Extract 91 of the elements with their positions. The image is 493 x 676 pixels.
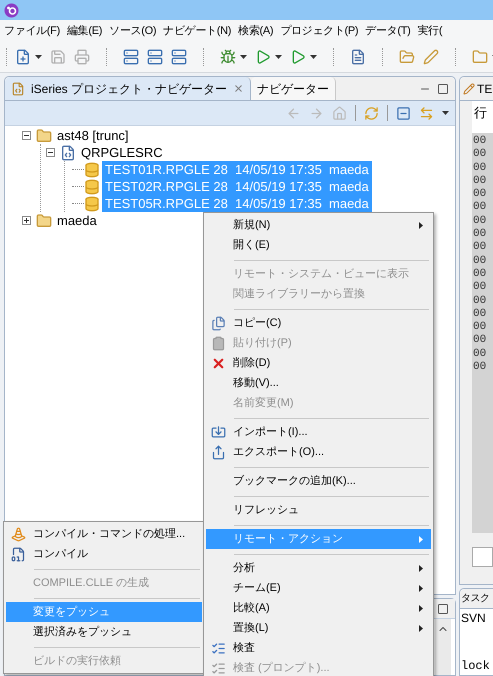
line-number: 00	[473, 135, 488, 148]
line-number: 00	[473, 188, 488, 202]
menu-item[interactable]: コピー(C)	[206, 313, 431, 333]
import-icon	[210, 424, 226, 440]
menu-item[interactable]: 開く(E)	[206, 235, 431, 255]
copy-icon	[210, 316, 226, 330]
view-tab[interactable]: iSeries プロジェクト・ナビゲーター	[5, 77, 252, 100]
clipboard-icon	[210, 336, 226, 350]
line-number: 00	[473, 348, 488, 362]
menu-item[interactable]: 置換(L)	[206, 618, 431, 638]
menu-item[interactable]: 新規(N)	[206, 215, 431, 235]
tree-item[interactable]: maeda	[54, 212, 100, 229]
line-number: 00	[473, 281, 488, 295]
tree-item[interactable]: ast48 [trunc]	[54, 127, 132, 144]
delete-icon	[210, 356, 226, 370]
console-text: lock	[461, 658, 491, 675]
document-icon[interactable]	[350, 49, 366, 65]
pen-icon[interactable]	[423, 49, 439, 65]
view-menu-icon[interactable]	[442, 111, 449, 115]
tree-item[interactable]: QRPGLESRC	[78, 144, 166, 161]
collapse-all-icon[interactable]	[396, 106, 411, 120]
line-number: 00	[473, 334, 488, 348]
menu-bar-item[interactable]: 検索(A)	[238, 22, 274, 40]
server-icon[interactable]	[171, 49, 187, 65]
scrollbar[interactable]	[435, 619, 451, 675]
menu-item[interactable]: ブックマークの追加(K)...	[206, 471, 431, 491]
dropdown-arrow-icon[interactable]	[275, 55, 282, 59]
line-number: 00	[473, 308, 488, 322]
checklist-icon	[210, 640, 226, 656]
menu-item[interactable]: コンパイル・コマンドの処理...	[6, 524, 202, 544]
menu-item[interactable]: エクスポート(O)...	[206, 442, 431, 462]
expand-icon[interactable]	[22, 216, 31, 225]
menu-item[interactable]: 比較(A)	[206, 598, 431, 618]
menu-item[interactable]: チーム(E)	[206, 578, 431, 598]
binary-file-icon	[10, 546, 26, 562]
menu-item[interactable]: 選択済みをプッシュ	[6, 622, 202, 642]
line-number: 00	[473, 148, 488, 162]
line-number: 00	[473, 294, 488, 308]
close-icon[interactable]	[233, 83, 244, 94]
menu-bar-item[interactable]: ソース(O)	[109, 22, 156, 40]
member-icon	[84, 178, 100, 194]
collapse-icon[interactable]	[46, 148, 55, 157]
menu-bar-item[interactable]: プロジェクト(P)	[280, 22, 358, 40]
menu-item[interactable]: 分析	[206, 558, 431, 578]
menu-bar-item[interactable]: ナビゲート(N)	[163, 22, 232, 40]
line-number: 00	[473, 214, 488, 228]
line-number: 00	[473, 162, 488, 175]
menu-item[interactable]: 削除(D)	[206, 353, 431, 373]
menu-item[interactable]: インポート(I)...	[206, 422, 431, 442]
app-logo-icon	[4, 2, 19, 18]
menu-bar-item[interactable]: 編集(E)	[66, 22, 102, 40]
menu-bar-item[interactable]: 実行(	[417, 22, 442, 40]
source-file-icon	[60, 144, 76, 160]
input-field[interactable]	[472, 547, 493, 567]
menu-bar-item[interactable]: データ(T)	[365, 22, 410, 40]
project-icon	[36, 128, 52, 144]
maximize-icon[interactable]	[437, 82, 449, 94]
project-icon	[36, 212, 52, 228]
menu-item[interactable]: 移動(V)...	[206, 373, 431, 393]
collapse-icon[interactable]	[22, 131, 31, 140]
maximize-icon[interactable]	[437, 602, 449, 614]
line-number: 00	[473, 228, 488, 242]
folder-icon[interactable]	[472, 49, 488, 65]
view-tab[interactable]: ナビゲーター	[251, 77, 336, 100]
debug-icon[interactable]	[220, 49, 236, 65]
export-icon	[210, 444, 226, 460]
pencil-icon	[463, 82, 475, 94]
member-icon	[84, 162, 100, 178]
dropdown-arrow-icon[interactable]	[240, 55, 247, 59]
console-text: SVN	[461, 610, 487, 627]
server-icon[interactable]	[147, 49, 163, 65]
menu-item[interactable]: コンパイル	[6, 544, 202, 564]
column-header: 行	[474, 105, 487, 120]
server-icon[interactable]	[123, 49, 139, 65]
menu-item[interactable]: 検査	[206, 638, 431, 658]
open-folder-icon[interactable]	[399, 49, 415, 65]
menu-bar-item[interactable]: ファイル(F)	[4, 22, 60, 40]
menu-item[interactable]: リフレッシュ	[206, 500, 431, 520]
dropdown-arrow-icon[interactable]	[35, 55, 42, 59]
line-number: 00	[473, 241, 488, 255]
line-number: 00	[473, 321, 488, 334]
line-number: 00	[473, 268, 488, 282]
dropdown-arrow-icon[interactable]	[310, 55, 317, 59]
line-number: 00	[473, 254, 488, 268]
line-number: 00	[473, 201, 488, 215]
member-icon	[84, 196, 100, 212]
new-file-icon[interactable]	[15, 49, 31, 65]
line-number: 00	[473, 361, 488, 374]
navigator-icon	[11, 82, 25, 96]
line-number: 00	[473, 174, 488, 188]
cone-icon	[10, 526, 26, 542]
